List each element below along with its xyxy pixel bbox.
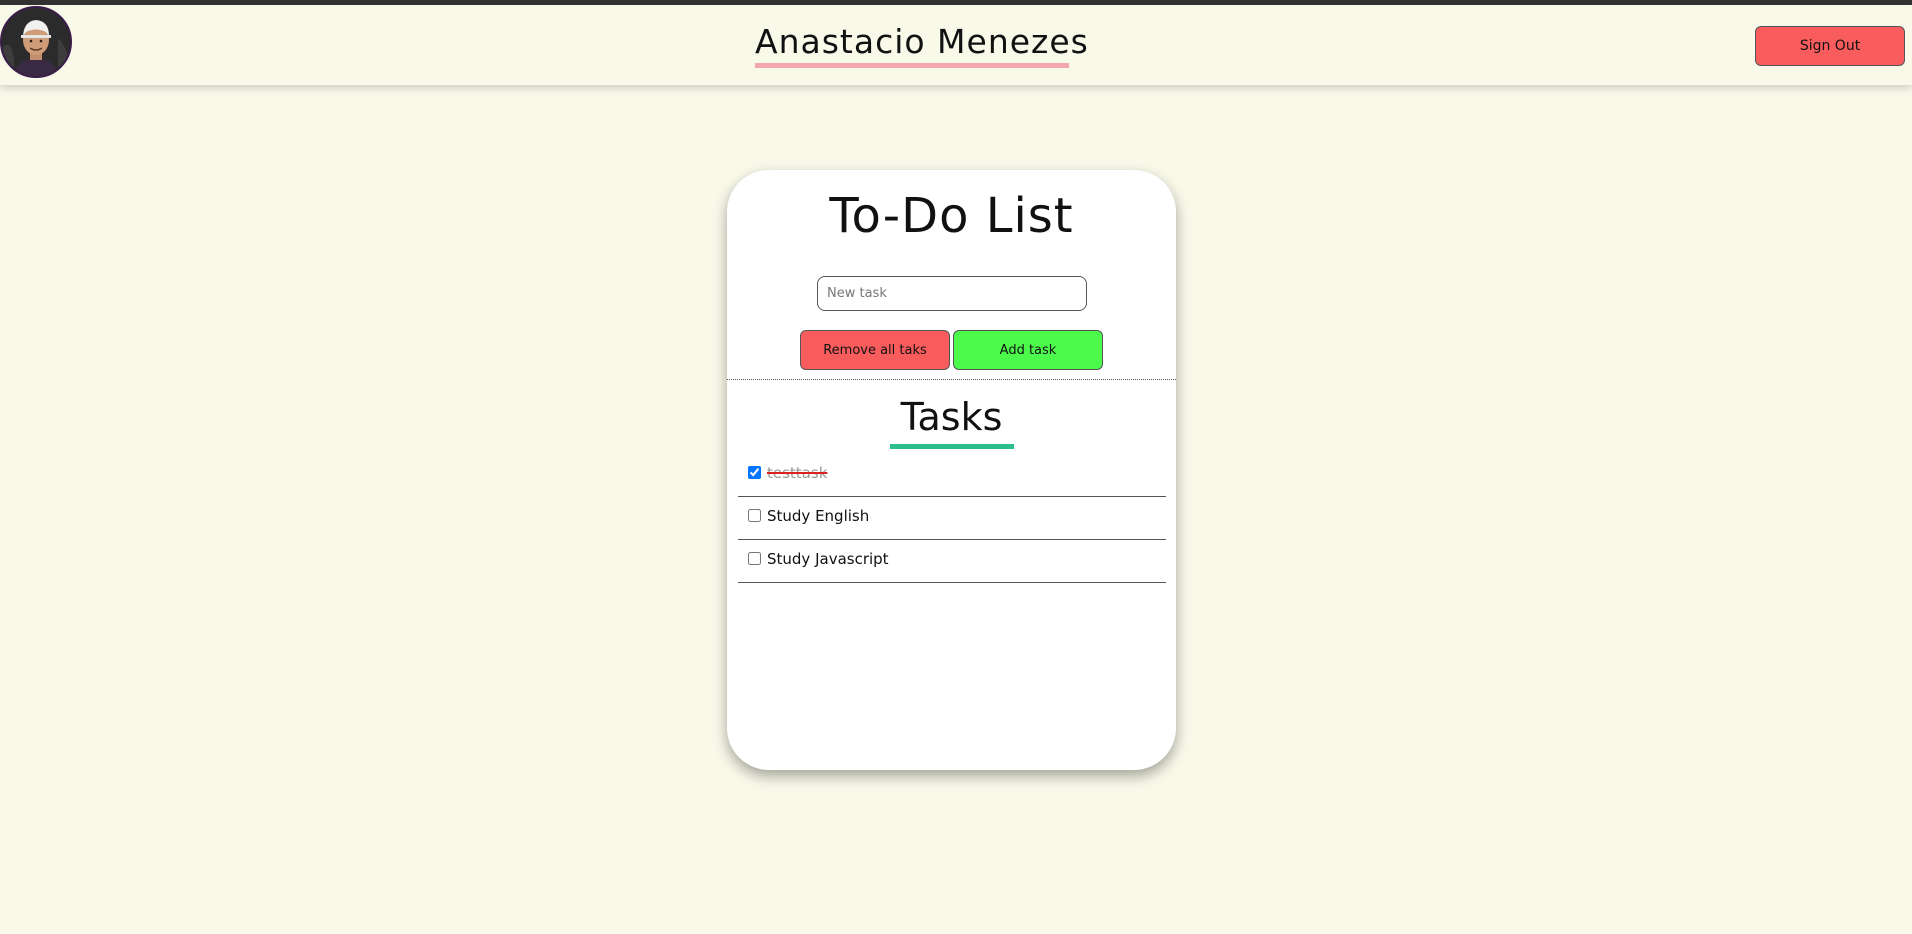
task-label: Study English xyxy=(767,507,870,525)
task-label: testtask xyxy=(767,464,828,482)
task-label: Study Javascript xyxy=(767,550,889,568)
task-list: testtask Study English Study Javascript xyxy=(738,454,1166,583)
tasks-heading-underline xyxy=(890,444,1014,449)
avatar-photo-icon xyxy=(2,8,70,76)
todo-title: To-Do List xyxy=(829,188,1074,244)
tasks-heading: Tasks xyxy=(900,395,1003,439)
task-item: Study Javascript xyxy=(738,540,1166,583)
top-header: Anastacio Menezes Sign Out xyxy=(0,5,1912,85)
user-name: Anastacio Menezes xyxy=(755,22,1089,61)
add-task-button[interactable]: Add task xyxy=(953,330,1103,370)
todo-card: To-Do List Remove all taks Add task Task… xyxy=(727,170,1176,770)
new-task-input[interactable] xyxy=(817,276,1087,311)
task-checkbox[interactable] xyxy=(748,509,761,522)
avatar[interactable] xyxy=(0,6,72,78)
task-checkbox[interactable] xyxy=(748,466,761,479)
remove-all-tasks-button[interactable]: Remove all taks xyxy=(800,330,950,370)
card-divider xyxy=(727,379,1176,380)
task-item: Study English xyxy=(738,497,1166,540)
task-checkbox[interactable] xyxy=(748,552,761,565)
task-item: testtask xyxy=(738,454,1166,497)
user-name-underline xyxy=(755,63,1069,68)
sign-out-button[interactable]: Sign Out xyxy=(1755,26,1905,66)
